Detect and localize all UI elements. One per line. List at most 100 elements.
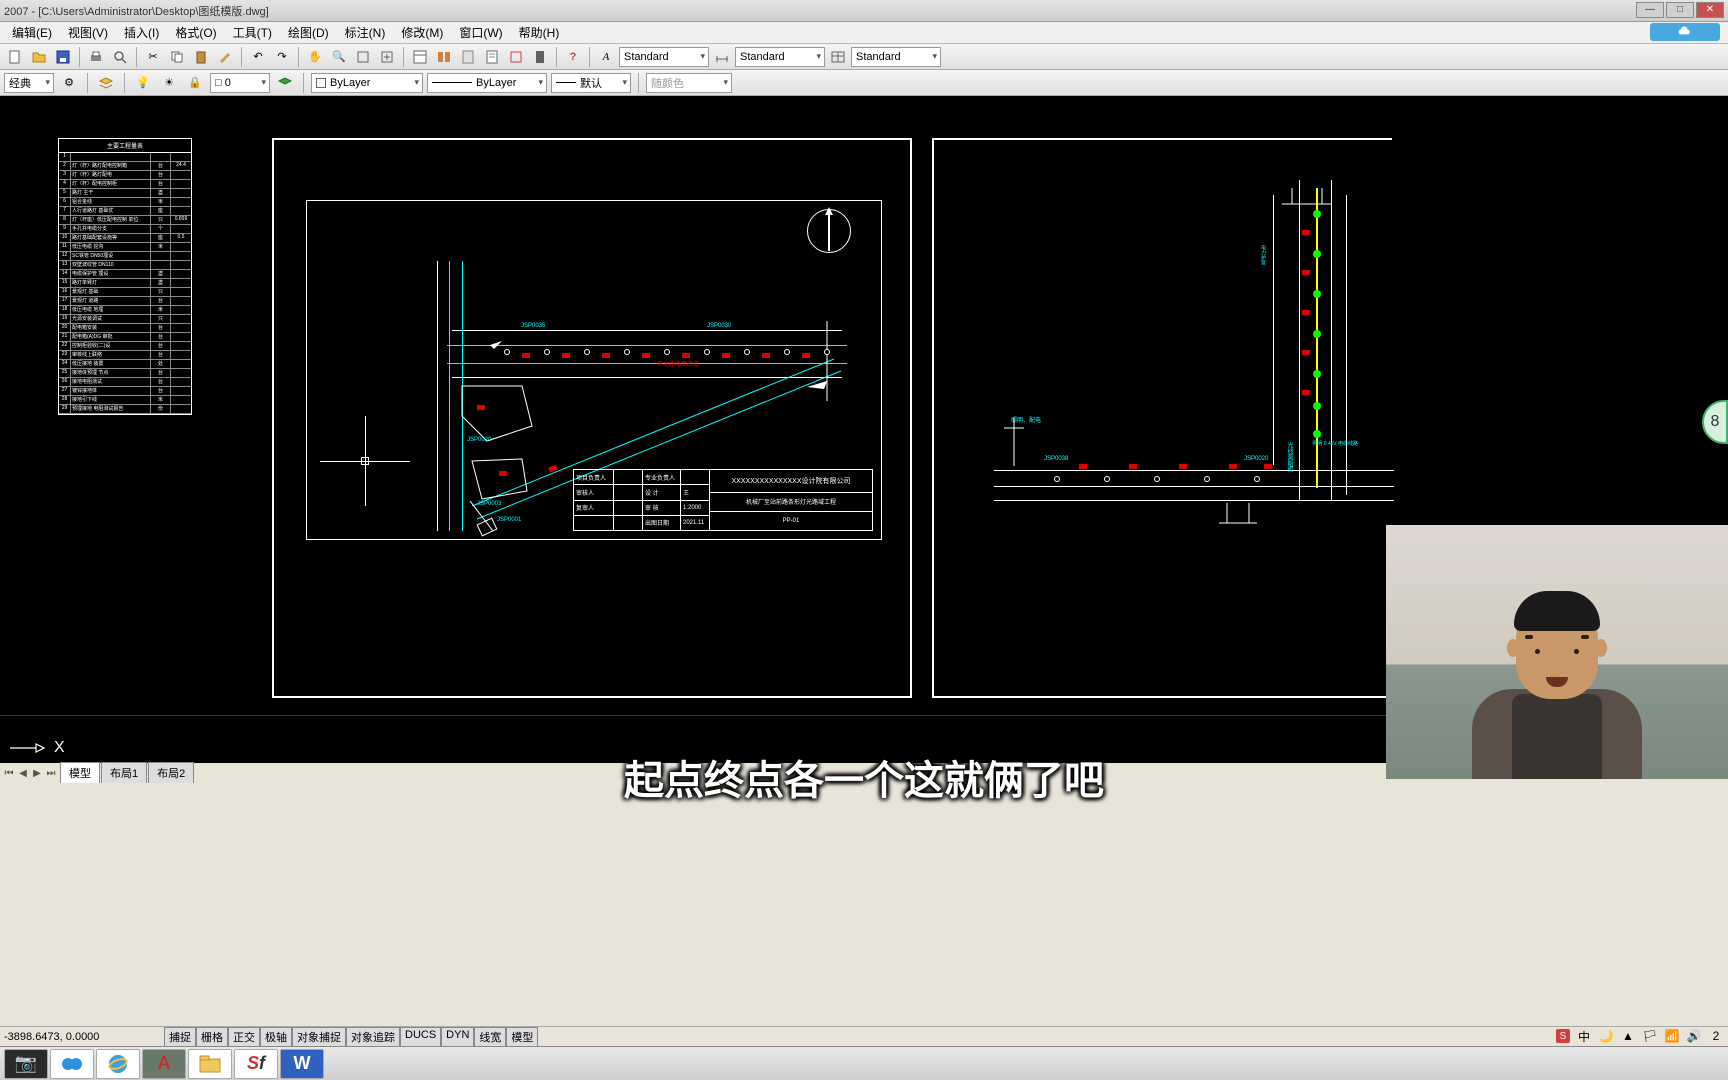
tray-up-icon[interactable]: ▲ xyxy=(1620,1028,1636,1044)
new-button[interactable] xyxy=(4,46,26,68)
match-button[interactable] xyxy=(214,46,236,68)
tab-next-button[interactable]: ▶ xyxy=(30,768,44,779)
menu-modify[interactable]: 修改(M) xyxy=(393,22,451,43)
table-row: 3灯（杆）路灯配电台 xyxy=(59,171,191,180)
toggle-grid[interactable]: 栅格 xyxy=(196,1027,228,1047)
network-icon[interactable]: 📶 xyxy=(1664,1028,1680,1044)
taskbar-app-sf[interactable]: Sf xyxy=(234,1049,278,1079)
label: 照明 0.4kV 电缆线路 xyxy=(1312,440,1358,447)
lineweight-dropdown[interactable]: 默认 xyxy=(551,73,631,93)
label: 光线莫斯照 xyxy=(1285,442,1294,472)
command-prompt: X xyxy=(8,739,65,757)
station-label: JSP0020 xyxy=(1244,456,1268,462)
tab-prev-button[interactable]: ◀ xyxy=(16,768,30,779)
toggle-ortho[interactable]: 正交 xyxy=(228,1027,260,1047)
properties-button[interactable] xyxy=(409,46,431,68)
workspace-settings-button[interactable]: ⚙ xyxy=(58,72,80,94)
tab-first-button[interactable]: ⏮ xyxy=(2,768,16,779)
linetype-dropdown[interactable]: ByLayer xyxy=(427,73,547,93)
calc-button[interactable] xyxy=(529,46,551,68)
tool-palette-button[interactable] xyxy=(457,46,479,68)
zoom-prev-button[interactable] xyxy=(376,46,398,68)
toggle-lwt[interactable]: 线宽 xyxy=(474,1027,506,1047)
menu-tools[interactable]: 工具(T) xyxy=(225,22,280,43)
markup-button[interactable] xyxy=(505,46,527,68)
taskbar-app-explorer[interactable] xyxy=(188,1049,232,1079)
toggle-ducs[interactable]: DUCS xyxy=(400,1027,441,1047)
tab-layout2[interactable]: 布局2 xyxy=(148,762,194,784)
station-label: JSP0001 xyxy=(497,517,521,523)
pan-button[interactable]: ✋ xyxy=(304,46,326,68)
clock[interactable]: 2 xyxy=(1708,1028,1724,1044)
taskbar-app-cloud[interactable] xyxy=(50,1049,94,1079)
toggle-otrack[interactable]: 对象追踪 xyxy=(346,1027,400,1047)
textstyle-dropdown[interactable]: Standard xyxy=(619,47,709,67)
tab-model[interactable]: 模型 xyxy=(60,762,100,784)
taskbar-app-camera[interactable]: 📷 xyxy=(4,1049,48,1079)
plotstyle-dropdown[interactable]: 随颜色 xyxy=(646,73,732,93)
maximize-button[interactable]: □ xyxy=(1666,2,1694,18)
menu-draw[interactable]: 绘图(D) xyxy=(280,22,337,43)
menu-insert[interactable]: 插入(I) xyxy=(116,22,167,43)
zoom-button[interactable]: 🔍 xyxy=(328,46,350,68)
toggle-snap[interactable]: 捕捉 xyxy=(164,1027,196,1047)
open-button[interactable] xyxy=(28,46,50,68)
tab-nav-arrows: ⏮ ◀ ▶ ⏭ xyxy=(0,768,60,779)
sheet-set-button[interactable] xyxy=(481,46,503,68)
design-center-button[interactable] xyxy=(433,46,455,68)
color-dropdown[interactable]: ByLayer xyxy=(311,73,423,93)
table-row: 8灯（杆座）低压配电控制 单位只0.899 xyxy=(59,216,191,225)
layer-freeze-icon[interactable]: ☀ xyxy=(158,72,180,94)
copy-button[interactable] xyxy=(166,46,188,68)
ime-indicator[interactable]: S xyxy=(1556,1029,1570,1043)
menu-help[interactable]: 帮助(H) xyxy=(511,22,568,43)
cloud-sync-badge[interactable] xyxy=(1650,23,1720,41)
toggle-polar[interactable]: 极轴 xyxy=(260,1027,292,1047)
menu-edit[interactable]: 编辑(E) xyxy=(4,22,60,43)
close-button[interactable]: ✕ xyxy=(1696,2,1724,18)
minimize-button[interactable]: — xyxy=(1636,2,1664,18)
paste-button[interactable] xyxy=(190,46,212,68)
layer-prev-button[interactable] xyxy=(274,72,296,94)
table-row: 19光源安装调试只 xyxy=(59,315,191,324)
undo-button[interactable]: ↶ xyxy=(247,46,269,68)
dimstyle-icon[interactable] xyxy=(711,46,733,68)
toggle-dyn[interactable]: DYN xyxy=(441,1027,474,1047)
preview-button[interactable] xyxy=(109,46,131,68)
textstyle-icon[interactable]: A xyxy=(595,46,617,68)
ime-lang[interactable]: 中 xyxy=(1576,1028,1592,1044)
menu-view[interactable]: 视图(V) xyxy=(60,22,116,43)
layer-on-icon[interactable]: 💡 xyxy=(132,72,154,94)
toggle-osnap[interactable]: 对象捕捉 xyxy=(292,1027,346,1047)
print-button[interactable] xyxy=(85,46,107,68)
tab-layout1[interactable]: 布局1 xyxy=(101,762,147,784)
tablestyle-dropdown[interactable]: Standard xyxy=(851,47,941,67)
table-row: 20配电箱安装台 xyxy=(59,324,191,333)
taskbar-app-cad[interactable]: A xyxy=(142,1049,186,1079)
dimstyle-dropdown[interactable]: Standard xyxy=(735,47,825,67)
night-mode-icon[interactable]: 🌙 xyxy=(1598,1028,1614,1044)
taskbar-app-ie[interactable] xyxy=(96,1049,140,1079)
tab-last-button[interactable]: ⏭ xyxy=(44,768,58,779)
flag-icon[interactable]: 🏳 xyxy=(1642,1028,1658,1044)
menu-format[interactable]: 格式(O) xyxy=(167,22,224,43)
save-button[interactable] xyxy=(52,46,74,68)
workspace-dropdown[interactable]: 经典 xyxy=(4,73,54,93)
redo-button[interactable]: ↷ xyxy=(271,46,293,68)
cut-button[interactable]: ✂ xyxy=(142,46,164,68)
table-row: 5路灯 主干盏 xyxy=(59,189,191,198)
taskbar-app-wps[interactable]: W xyxy=(280,1049,324,1079)
menu-dimension[interactable]: 标注(N) xyxy=(337,22,394,43)
table-row: 17景观灯 道路台 xyxy=(59,297,191,306)
tablestyle-icon[interactable] xyxy=(827,46,849,68)
layer-props-button[interactable] xyxy=(95,72,117,94)
help-button[interactable]: ? xyxy=(562,46,584,68)
drawing-frame-1-inner: JSP0035 JSP0030 JSP0020 JSP0003 JSP0001 … xyxy=(306,200,882,540)
menu-window[interactable]: 窗口(W) xyxy=(451,22,510,43)
layer-dropdown[interactable]: □ 0 xyxy=(210,73,270,93)
status-toggles: 捕捉 栅格 正交 极轴 对象捕捉 对象追踪 DUCS DYN 线宽 模型 xyxy=(164,1027,538,1047)
toggle-model[interactable]: 模型 xyxy=(506,1027,538,1047)
zoom-window-button[interactable] xyxy=(352,46,374,68)
volume-icon[interactable]: 🔊 xyxy=(1686,1028,1702,1044)
layer-lock-icon[interactable]: 🔒 xyxy=(184,72,206,94)
